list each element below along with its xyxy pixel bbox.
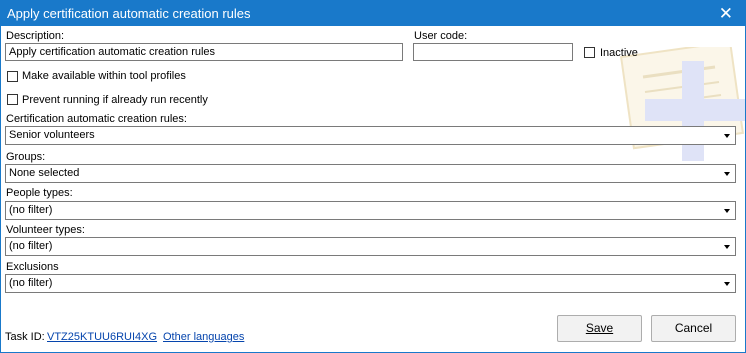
people-types-dropdown[interactable]: (no filter) bbox=[5, 201, 736, 220]
save-button[interactable]: Save bbox=[557, 315, 642, 342]
prevent-running-label: Prevent running if already run recently bbox=[22, 94, 208, 106]
inactive-checkbox[interactable] bbox=[584, 47, 595, 58]
description-label: Description: bbox=[6, 30, 65, 42]
volunteer-types-value: (no filter) bbox=[9, 240, 53, 252]
chevron-down-icon bbox=[724, 209, 730, 213]
chevron-down-icon bbox=[724, 134, 730, 138]
groups-value: None selected bbox=[9, 167, 80, 179]
user-code-input[interactable] bbox=[413, 43, 573, 61]
rules-value: Senior volunteers bbox=[9, 129, 95, 141]
chevron-down-icon bbox=[724, 245, 730, 249]
people-types-label: People types: bbox=[6, 187, 73, 199]
prevent-running-checkbox[interactable] bbox=[7, 94, 18, 105]
inactive-label: Inactive bbox=[600, 47, 638, 59]
window-title: Apply certification automatic creation r… bbox=[7, 6, 251, 21]
form-area: Description: Apply certification automat… bbox=[1, 27, 745, 352]
other-languages-link[interactable]: Other languages bbox=[163, 331, 244, 343]
close-icon[interactable]: ✕ bbox=[719, 5, 736, 22]
people-types-value: (no filter) bbox=[9, 204, 53, 216]
exclusions-label: Exclusions bbox=[6, 261, 59, 273]
make-available-label: Make available within tool profiles bbox=[22, 70, 186, 82]
description-input[interactable]: Apply certification automatic creation r… bbox=[5, 43, 403, 61]
volunteer-types-label: Volunteer types: bbox=[6, 224, 85, 236]
groups-label: Groups: bbox=[6, 151, 46, 163]
rules-label: Certification automatic creation rules: bbox=[6, 113, 187, 125]
chevron-down-icon bbox=[724, 172, 730, 176]
task-id-link[interactable]: VTZ25KTUU6RUI4XG bbox=[47, 331, 157, 343]
make-available-checkbox[interactable] bbox=[7, 71, 18, 82]
exclusions-dropdown[interactable]: (no filter) bbox=[5, 274, 736, 293]
groups-dropdown[interactable]: None selected bbox=[5, 164, 736, 183]
volunteer-types-dropdown[interactable]: (no filter) bbox=[5, 237, 736, 256]
title-bar: Apply certification automatic creation r… bbox=[1, 1, 745, 26]
rules-dropdown[interactable]: Senior volunteers bbox=[5, 126, 736, 145]
user-code-label: User code: bbox=[414, 30, 468, 42]
chevron-down-icon bbox=[724, 282, 730, 286]
cancel-label: Cancel bbox=[674, 321, 713, 335]
cancel-button[interactable]: Cancel bbox=[651, 315, 736, 342]
exclusions-value: (no filter) bbox=[9, 277, 53, 289]
dialog-window: Apply certification automatic creation r… bbox=[0, 0, 746, 353]
save-label: Save bbox=[585, 321, 614, 335]
task-id-label: Task ID: bbox=[5, 331, 45, 343]
certificate-watermark-icon bbox=[620, 47, 745, 161]
